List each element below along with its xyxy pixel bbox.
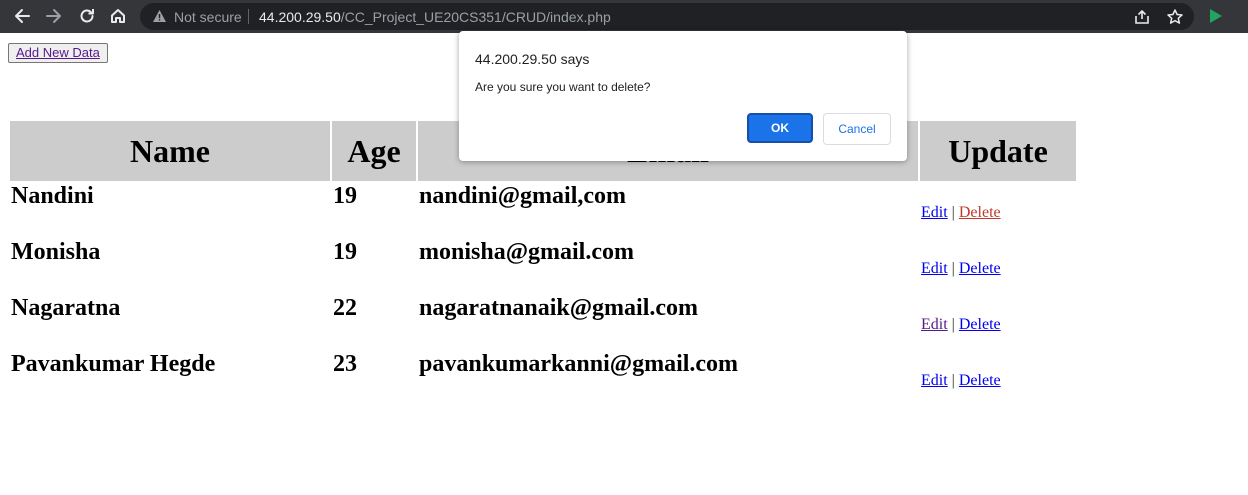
cell-age: 19 xyxy=(333,239,357,265)
cell-name: Monisha xyxy=(11,239,101,265)
home-icon[interactable] xyxy=(107,5,129,27)
ok-button[interactable]: OK xyxy=(747,113,813,143)
cell-age: 19 xyxy=(333,183,357,209)
cancel-button[interactable]: Cancel xyxy=(823,113,891,145)
cell-email: nandini@gmail,com xyxy=(419,183,627,209)
url-path: /CC_Project_UE20CS351/CRUD/index.php xyxy=(340,9,611,25)
cell-age: 22 xyxy=(333,295,357,321)
edit-link[interactable]: Edit xyxy=(921,204,948,221)
cell-name: Nagaratna xyxy=(11,295,121,321)
header-age: Age xyxy=(332,121,416,181)
data-table: Name Age Email Update Nandini 19 nandini… xyxy=(8,119,1078,407)
delete-link[interactable]: Delete xyxy=(959,372,1001,389)
dialog-message: Are you sure you want to delete? xyxy=(475,80,651,94)
table-row: Monisha 19 monisha@gmail.com Edit | Dele… xyxy=(10,239,1076,293)
edit-link[interactable]: Edit xyxy=(921,260,948,277)
reload-icon[interactable] xyxy=(76,5,98,27)
security-label[interactable]: Not secure xyxy=(174,9,242,25)
delete-link[interactable]: Delete xyxy=(959,316,1001,333)
table-row: Nagaratna 22 nagaratnanaik@gmail.com Edi… xyxy=(10,295,1076,349)
cell-email: monisha@gmail.com xyxy=(419,239,634,265)
dialog-title: 44.200.29.50 says xyxy=(475,51,590,67)
cell-update: Edit | Delete xyxy=(920,239,1076,293)
url-text[interactable]: 44.200.29.50/CC_Project_UE20CS351/CRUD/i… xyxy=(259,9,611,25)
link-separator: | xyxy=(951,259,955,277)
table-row: Nandini 19 nandini@gmail,com Edit | Dele… xyxy=(10,183,1076,237)
confirm-dialog: 44.200.29.50 says Are you sure you want … xyxy=(459,31,907,161)
cell-update: Edit | Delete xyxy=(920,351,1076,405)
browser-toolbar: Not secure 44.200.29.50/CC_Project_UE20C… xyxy=(0,0,1248,33)
cell-name: Nandini xyxy=(11,183,94,209)
delete-link[interactable]: Delete xyxy=(959,260,1001,277)
cell-email: pavankumarkanni@gmail.com xyxy=(419,351,739,377)
header-update: Update xyxy=(920,121,1076,181)
address-bar[interactable]: Not secure 44.200.29.50/CC_Project_UE20C… xyxy=(140,3,1194,30)
link-separator: | xyxy=(951,203,955,221)
cell-update: Edit | Delete xyxy=(920,295,1076,349)
link-separator: | xyxy=(951,371,955,389)
omnibox-divider xyxy=(248,9,249,24)
cell-update: Edit | Delete xyxy=(920,183,1076,237)
cell-email: nagaratnanaik@gmail.com xyxy=(419,295,698,321)
cell-age: 23 xyxy=(333,351,357,377)
star-icon[interactable] xyxy=(1166,8,1184,31)
delete-link[interactable]: Delete xyxy=(959,204,1001,221)
header-name: Name xyxy=(10,121,330,181)
extension-icon[interactable] xyxy=(1207,8,1223,29)
edit-link[interactable]: Edit xyxy=(921,316,948,333)
back-arrow-icon[interactable] xyxy=(11,5,33,27)
edit-link[interactable]: Edit xyxy=(921,372,948,389)
link-separator: | xyxy=(951,315,955,333)
cell-name: Pavankumar Hegde xyxy=(11,351,216,377)
share-icon[interactable] xyxy=(1133,8,1151,31)
warning-icon[interactable] xyxy=(152,9,167,28)
table-row: Pavankumar Hegde 23 pavankumarkanni@gmai… xyxy=(10,351,1076,405)
url-host: 44.200.29.50 xyxy=(259,9,341,25)
add-new-data-button[interactable]: Add New Data xyxy=(8,43,108,63)
forward-arrow-icon[interactable] xyxy=(43,5,65,27)
